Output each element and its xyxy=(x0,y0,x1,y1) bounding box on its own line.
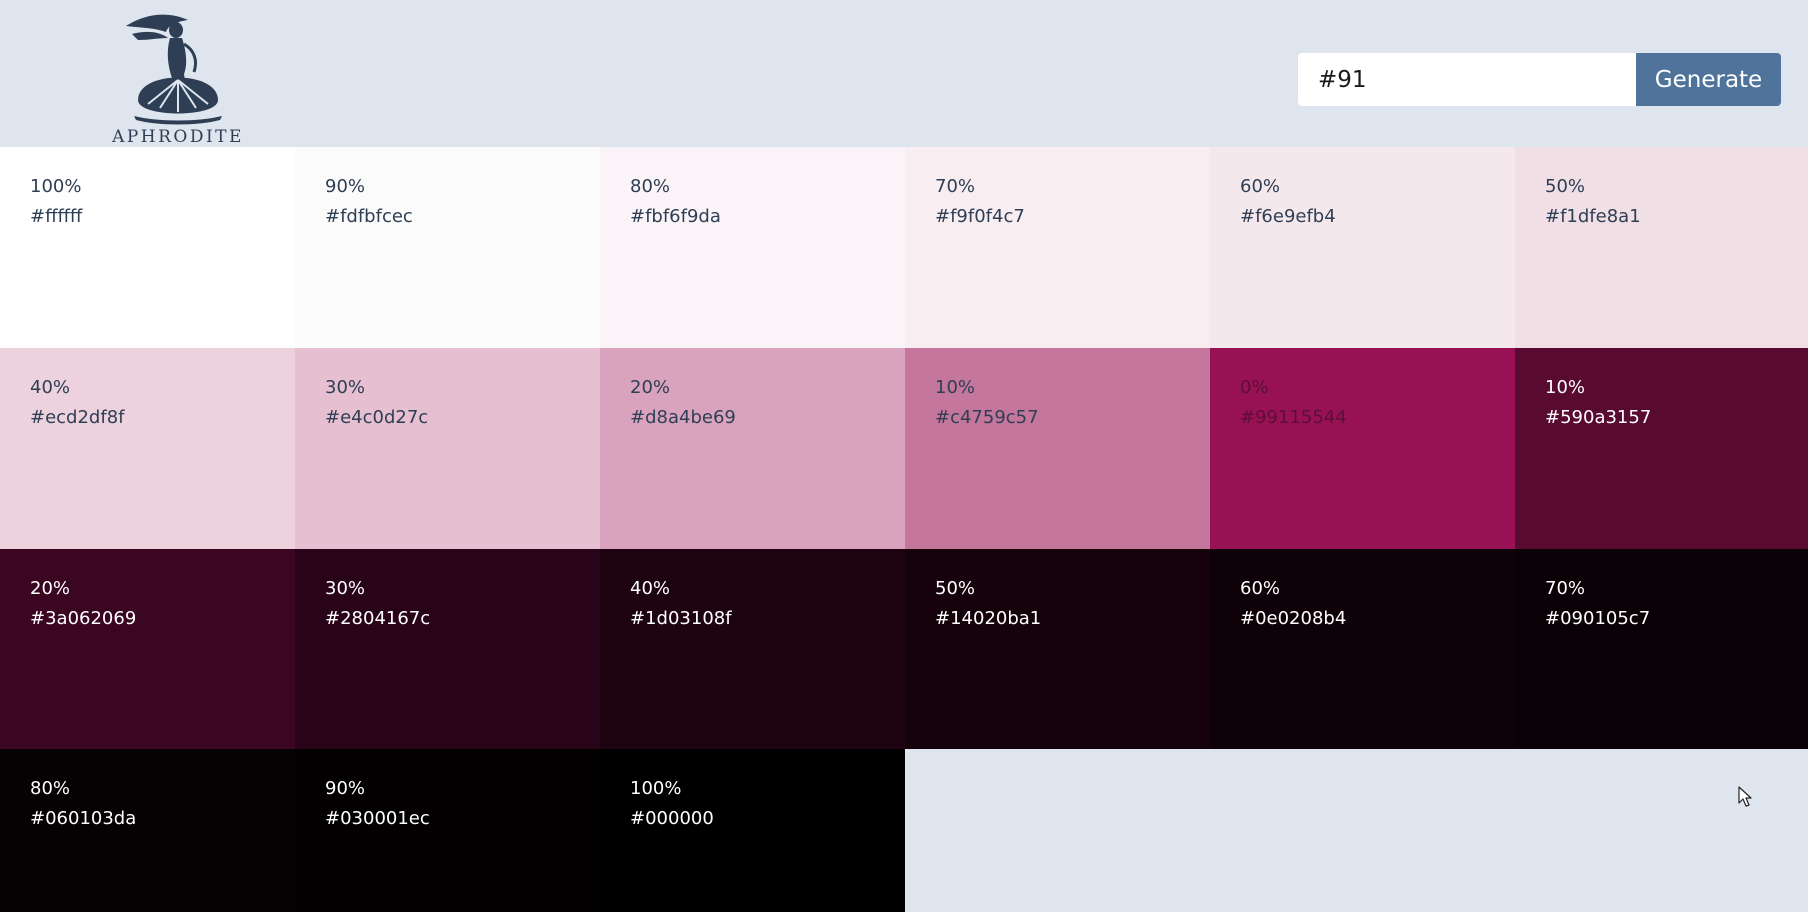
swatch-percentage: 20% xyxy=(630,377,671,398)
swatch-percentage: 90% xyxy=(325,176,366,197)
swatch-hex-code: #0e0208b4 xyxy=(1240,608,1347,629)
swatch-hex-code: #2804167c xyxy=(325,608,431,629)
color-swatch[interactable]: 0% #99115544 xyxy=(1210,348,1515,549)
swatch-percentage: 60% xyxy=(1240,176,1281,197)
aphrodite-statue-on-shell-logo-icon xyxy=(126,14,222,125)
swatch-hex-code: #fbf6f9da xyxy=(630,206,721,227)
swatch-percentage: 30% xyxy=(325,578,366,599)
swatch-percentage: 40% xyxy=(630,578,671,599)
swatch-percentage: 10% xyxy=(935,377,976,398)
swatch-percentage: 100% xyxy=(30,176,82,197)
color-swatch[interactable]: 50% #14020ba1 xyxy=(905,549,1210,749)
swatch-percentage: 30% xyxy=(325,377,366,398)
swatch-percentage: 40% xyxy=(30,377,71,398)
swatch-hex-code: #14020ba1 xyxy=(935,608,1042,629)
color-input[interactable] xyxy=(1298,53,1636,106)
swatch-hex-code: #99115544 xyxy=(1240,407,1347,428)
swatch-hex-code: #fdfbfcec xyxy=(325,206,413,227)
color-swatch[interactable]: 60% #f6e9efb4 xyxy=(1210,147,1515,348)
swatch-percentage: 70% xyxy=(935,176,976,197)
color-swatch[interactable]: 20% #d8a4be69 xyxy=(600,348,905,549)
swatch-hex-code: #1d03108f xyxy=(630,608,732,629)
color-swatch[interactable]: 70% #090105c7 xyxy=(1515,549,1808,749)
swatch-hex-code: #e4c0d27c xyxy=(325,407,429,428)
color-swatch[interactable]: 10% #590a3157 xyxy=(1515,348,1808,549)
color-swatch[interactable]: 30% #2804167c xyxy=(295,549,600,749)
color-swatch[interactable]: 90% #fdfbfcec xyxy=(295,147,600,348)
swatch-percentage: 90% xyxy=(325,778,366,799)
swatch-hex-code: #030001ec xyxy=(325,808,430,829)
swatch-percentage: 50% xyxy=(935,578,976,599)
mouse-pointer-icon xyxy=(1738,786,1752,807)
color-swatch[interactable]: 80% #fbf6f9da xyxy=(600,147,905,348)
color-swatch[interactable]: 50% #f1dfe8a1 xyxy=(1515,147,1808,348)
swatch-percentage: 10% xyxy=(1545,377,1586,398)
swatch-hex-code: #ffffff xyxy=(30,206,83,227)
logo-text: APHRODITE xyxy=(112,127,244,147)
swatch-hex-code: #f1dfe8a1 xyxy=(1545,206,1641,227)
swatch-percentage: 0% xyxy=(1240,377,1269,398)
color-swatch[interactable]: 40% #1d03108f xyxy=(600,549,905,749)
generate-button[interactable]: Generate xyxy=(1636,53,1781,106)
color-swatch[interactable]: 60% #0e0208b4 xyxy=(1210,549,1515,749)
swatch-hex-code: #ecd2df8f xyxy=(30,407,125,428)
logo[interactable]: APHRODITE xyxy=(108,8,248,147)
swatch-hex-code: #060103da xyxy=(30,808,137,829)
swatch-hex-code: #3a062069 xyxy=(30,608,137,629)
color-swatch[interactable]: 90% #030001ec xyxy=(295,749,600,912)
color-swatch-grid: 100% #ffffff 90% #fdfbfcec 80% #fbf6f9da 70% #f… xyxy=(0,147,1808,912)
color-swatch[interactable]: 30% #e4c0d27c xyxy=(295,348,600,549)
color-search-form: Generate xyxy=(1298,53,1781,106)
swatch-hex-code: #d8a4be69 xyxy=(630,407,736,428)
header: APHRODITE Generate xyxy=(0,0,1808,147)
color-swatch[interactable]: 20% #3a062069 xyxy=(0,549,295,749)
swatch-hex-code: #000000 xyxy=(630,808,714,829)
color-swatch[interactable]: 100% #ffffff xyxy=(0,147,295,348)
swatch-percentage: 100% xyxy=(630,778,682,799)
swatch-percentage: 80% xyxy=(630,176,671,197)
color-swatch[interactable]: 100% #000000 xyxy=(600,749,905,912)
swatch-percentage: 20% xyxy=(30,578,71,599)
swatch-hex-code: #c4759c57 xyxy=(935,407,1039,428)
color-swatch[interactable]: 70% #f9f0f4c7 xyxy=(905,147,1210,348)
swatch-percentage: 50% xyxy=(1545,176,1586,197)
swatch-hex-code: #f9f0f4c7 xyxy=(935,206,1025,227)
color-swatch[interactable]: 80% #060103da xyxy=(0,749,295,912)
swatch-hex-code: #090105c7 xyxy=(1545,608,1651,629)
swatch-hex-code: #f6e9efb4 xyxy=(1240,206,1336,227)
swatch-percentage: 70% xyxy=(1545,578,1586,599)
swatch-percentage: 80% xyxy=(30,778,71,799)
swatch-hex-code: #590a3157 xyxy=(1545,407,1652,428)
swatch-percentage: 60% xyxy=(1240,578,1281,599)
color-swatch[interactable]: 10% #c4759c57 xyxy=(905,348,1210,549)
color-swatch[interactable]: 40% #ecd2df8f xyxy=(0,348,295,549)
